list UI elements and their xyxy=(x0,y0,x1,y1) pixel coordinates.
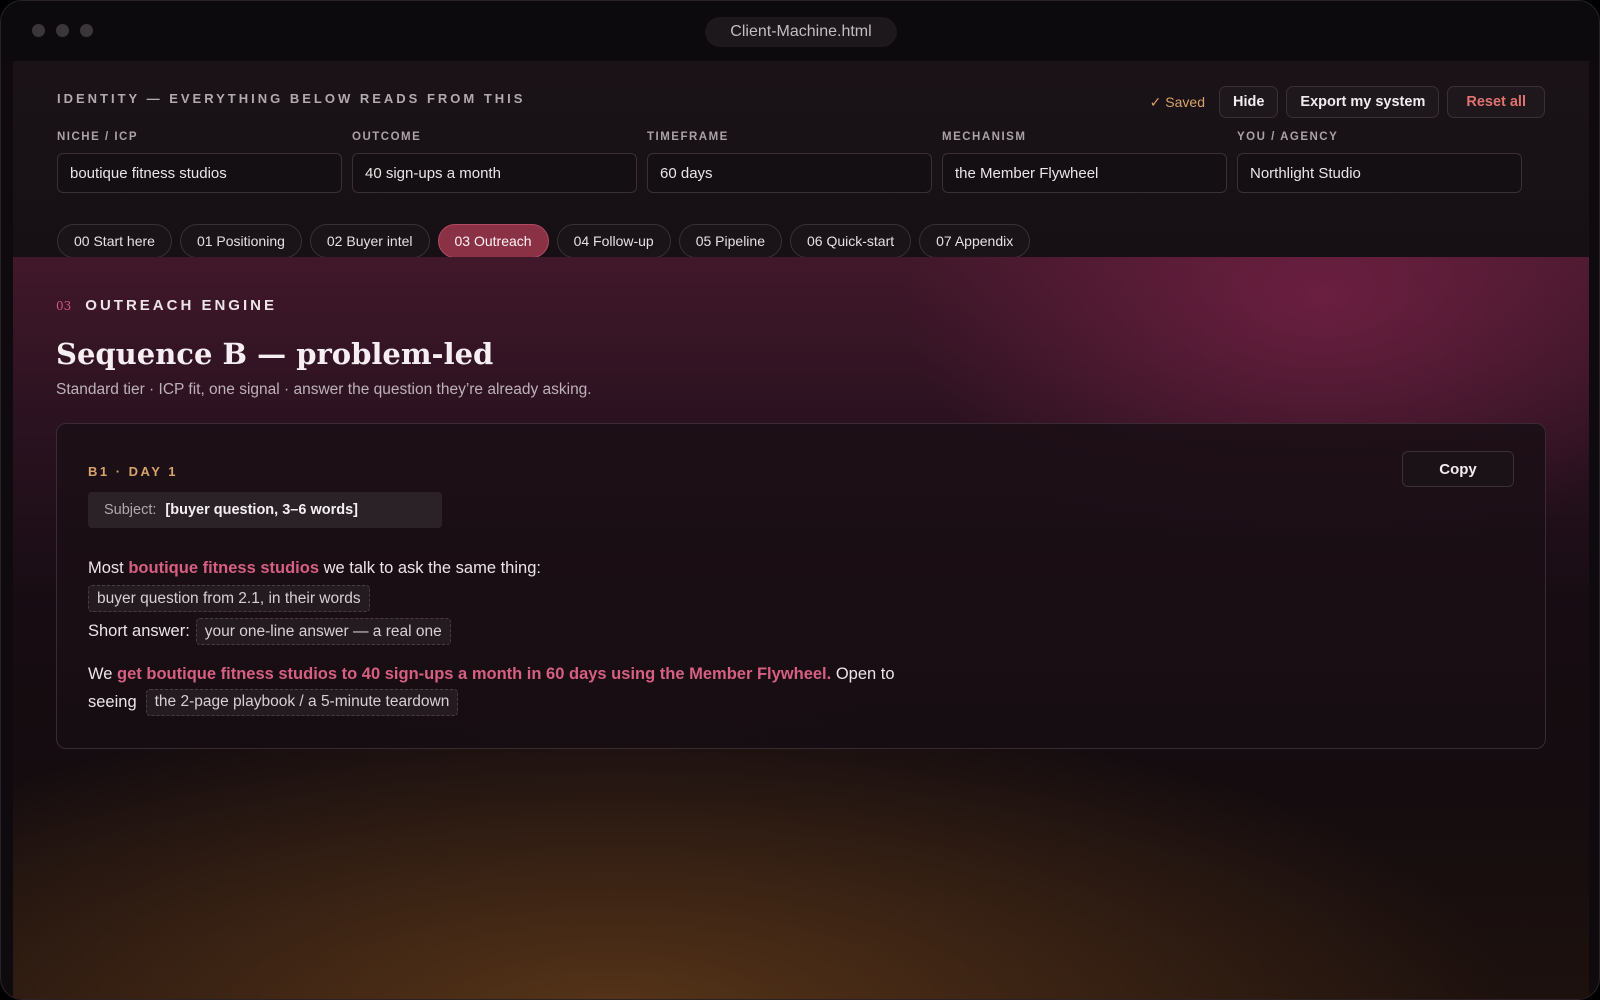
app-window: Client-Machine.html IDENTITY — EVERYTHIN… xyxy=(0,0,1600,1000)
reset-all-button[interactable]: Reset all xyxy=(1447,86,1545,118)
field-niche: NICHE / ICP boutique fitness studios xyxy=(57,131,342,193)
window-controls xyxy=(32,24,93,37)
saved-label: Saved xyxy=(1165,94,1205,110)
promise-token: get boutique fitness studios to 40 sign-… xyxy=(117,664,832,683)
body-line-1: Most boutique fitness studios we talk to… xyxy=(88,554,928,582)
niche-token: boutique fitness studios xyxy=(128,558,320,577)
subject-value: [buyer question, 3–6 words] xyxy=(165,502,358,518)
body-text: we talk to ask the same thing: xyxy=(319,558,541,577)
field-label: YOU / AGENCY xyxy=(1237,131,1339,143)
tab-quick-start[interactable]: 06 Quick-start xyxy=(790,224,912,258)
maximize-window-icon[interactable] xyxy=(80,24,93,37)
field-label: NICHE / ICP xyxy=(57,131,139,143)
section-tabs: 00 Start here 01 Positioning 02 Buyer in… xyxy=(57,224,1031,258)
body-line-2: buyer question from 2.1, in their words xyxy=(88,582,928,615)
field-outcome: OUTCOME 40 sign-ups a month xyxy=(352,131,637,193)
section-name: OUTREACH ENGINE xyxy=(85,297,277,314)
email-card: B1 · DAY 1 Copy Subject: [buyer question… xyxy=(56,423,1546,749)
body-text: Open to xyxy=(831,664,895,683)
tab-buyer-intel[interactable]: 02 Buyer intel xyxy=(309,224,430,258)
identity-fields: NICHE / ICP boutique fitness studios OUT… xyxy=(57,131,1522,193)
section-label: 03 OUTREACH ENGINE xyxy=(56,297,277,314)
agency-input[interactable]: Northlight Studio xyxy=(1237,153,1522,193)
tab-start-here[interactable]: 00 Start here xyxy=(57,224,172,258)
buyer-question-placeholder[interactable]: buyer question from 2.1, in their words xyxy=(88,585,370,612)
identity-heading: IDENTITY — EVERYTHING BELOW READS FROM T… xyxy=(57,91,526,106)
answer-placeholder[interactable]: your one-line answer — a real one xyxy=(195,618,451,645)
field-label: MECHANISM xyxy=(942,131,1027,143)
mechanism-input[interactable]: the Member Flywheel xyxy=(942,153,1227,193)
field-label: OUTCOME xyxy=(352,131,422,143)
outcome-input[interactable]: 40 sign-ups a month xyxy=(352,153,637,193)
hide-button[interactable]: Hide xyxy=(1219,86,1279,118)
timeframe-input[interactable]: 60 days xyxy=(647,153,932,193)
body-text: Most xyxy=(88,558,129,577)
niche-input[interactable]: boutique fitness studios xyxy=(57,153,342,193)
minimize-window-icon[interactable] xyxy=(56,24,69,37)
email-body: Most boutique fitness studios we talk to… xyxy=(88,554,928,716)
page-title: Sequence B — problem-led xyxy=(56,337,494,371)
body-text: We xyxy=(88,664,118,683)
page-subtitle: Standard tier · ICP fit, one signal · an… xyxy=(56,381,592,398)
tab-appendix[interactable]: 07 Appendix xyxy=(919,224,1031,258)
subject-label: Subject: xyxy=(104,502,157,518)
main-content: 03 OUTREACH ENGINE Sequence B — problem-… xyxy=(13,257,1589,999)
title-bar: Client-Machine.html xyxy=(1,1,1599,61)
short-answer-label: Short answer: xyxy=(88,622,190,640)
body-line-5: seeing the 2-page playbook / a 5-minute … xyxy=(88,688,928,716)
close-window-icon[interactable] xyxy=(32,24,45,37)
saved-status: ✓ Saved xyxy=(1150,94,1205,111)
field-timeframe: TIMEFRAME 60 days xyxy=(647,131,932,193)
field-label: TIMEFRAME xyxy=(647,131,729,143)
identity-actions: ✓ Saved Hide Export my system Reset all xyxy=(1150,86,1545,118)
tab-pipeline[interactable]: 05 Pipeline xyxy=(678,224,782,258)
body-line-4: We get boutique fitness studios to 40 si… xyxy=(88,660,928,688)
export-button[interactable]: Export my system xyxy=(1286,86,1440,118)
email-step-label: B1 · DAY 1 xyxy=(88,464,179,479)
field-agency: YOU / AGENCY Northlight Studio xyxy=(1237,131,1522,193)
window-title: Client-Machine.html xyxy=(705,17,897,47)
identity-panel: IDENTITY — EVERYTHING BELOW READS FROM T… xyxy=(13,61,1589,258)
tab-outreach[interactable]: 03 Outreach xyxy=(437,224,549,258)
tab-follow-up[interactable]: 04 Follow-up xyxy=(556,224,671,258)
subject-line: Subject: [buyer question, 3–6 words] xyxy=(88,492,442,528)
tab-positioning[interactable]: 01 Positioning xyxy=(179,224,302,258)
copy-button[interactable]: Copy xyxy=(1402,451,1514,487)
offer-placeholder[interactable]: the 2-page playbook / a 5-minute teardow… xyxy=(145,688,459,716)
section-number: 03 xyxy=(56,298,72,313)
field-mechanism: MECHANISM the Member Flywheel xyxy=(942,131,1227,193)
body-text: seeing xyxy=(88,692,137,711)
check-icon: ✓ xyxy=(1149,93,1162,110)
body-line-3: Short answer: your one-line answer — a r… xyxy=(88,615,928,648)
